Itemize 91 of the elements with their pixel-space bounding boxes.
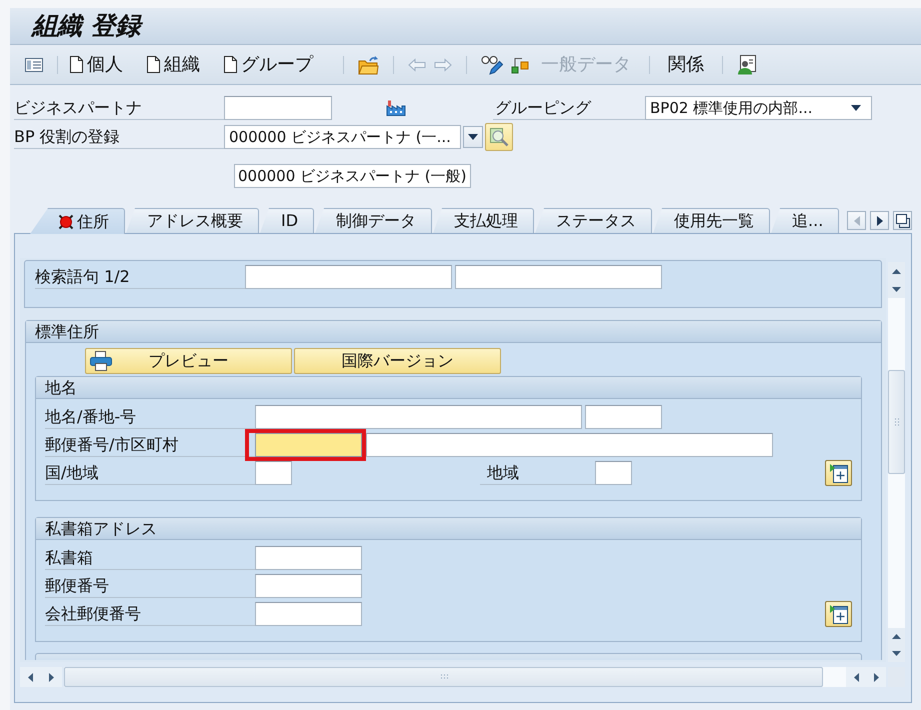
list-view-icon bbox=[25, 58, 43, 72]
partner-card-button[interactable] bbox=[737, 54, 757, 74]
scrollbar-thumb[interactable] bbox=[888, 370, 905, 474]
field-label: 検索語句 1/2 bbox=[35, 265, 245, 289]
input-field[interactable] bbox=[455, 265, 662, 289]
input-field[interactable] bbox=[255, 405, 582, 429]
input-field[interactable] bbox=[595, 461, 632, 485]
grip-icon bbox=[894, 418, 900, 426]
left-caret-icon bbox=[28, 672, 33, 682]
dropdown-button[interactable] bbox=[463, 126, 483, 148]
field-label: 郵便番号/市区町村 bbox=[45, 433, 255, 457]
document-icon bbox=[70, 56, 83, 73]
scroll-up-button[interactable] bbox=[888, 628, 905, 645]
tab[interactable]: 制御データ bbox=[315, 208, 432, 233]
scroll-right-button[interactable] bbox=[866, 667, 886, 687]
tab-list-icon bbox=[896, 214, 910, 228]
detail-button[interactable] bbox=[825, 601, 852, 627]
grip-icon bbox=[440, 674, 448, 680]
open-button[interactable] bbox=[358, 54, 379, 74]
scroll-down-button[interactable] bbox=[888, 280, 905, 298]
input-field[interactable] bbox=[255, 461, 292, 485]
group-title: 標準住所 bbox=[26, 321, 881, 343]
folder-icon bbox=[358, 54, 379, 74]
tab-scroll-right-button[interactable] bbox=[870, 211, 889, 230]
input-field[interactable] bbox=[255, 602, 362, 626]
document-icon bbox=[224, 56, 237, 73]
input-field[interactable] bbox=[255, 433, 362, 457]
right-caret-icon bbox=[49, 672, 54, 682]
group-title: 私書箱アドレス bbox=[36, 518, 861, 540]
right-caret-icon bbox=[874, 672, 878, 682]
left-caret-icon bbox=[854, 216, 860, 226]
scroll-up-button[interactable] bbox=[888, 262, 905, 280]
tab[interactable]: アドレス概要 bbox=[126, 208, 259, 233]
tab[interactable]: ID bbox=[260, 208, 314, 233]
printer-icon bbox=[90, 351, 112, 371]
role-dropdown[interactable]: 000000 ビジネスパートナ (一... bbox=[224, 125, 461, 149]
input-field[interactable] bbox=[366, 433, 773, 457]
document-icon bbox=[147, 56, 160, 73]
input-field[interactable] bbox=[585, 405, 662, 429]
input-field[interactable] bbox=[255, 574, 362, 598]
scroll-left-button[interactable] bbox=[846, 667, 866, 687]
display-change-button[interactable] bbox=[481, 54, 503, 74]
detail-button[interactable] bbox=[825, 460, 852, 486]
field-label: ビジネスパートナ bbox=[14, 96, 224, 120]
tab[interactable]: 住所 bbox=[30, 208, 125, 234]
right-caret-icon bbox=[876, 216, 882, 226]
tab-list-button[interactable] bbox=[893, 211, 912, 230]
field-label: 国/地域 bbox=[45, 461, 255, 485]
field-label: 郵便番号 bbox=[45, 574, 255, 598]
glasses-pencil-icon bbox=[481, 54, 503, 74]
scroll-down-button[interactable] bbox=[888, 645, 905, 662]
right-arrow-icon bbox=[434, 58, 452, 72]
tab[interactable]: ステータス bbox=[535, 208, 652, 233]
down-arrow-icon bbox=[892, 286, 901, 292]
person-card-icon bbox=[737, 54, 757, 74]
action-button[interactable]: プレビュー bbox=[85, 348, 292, 374]
input-field[interactable] bbox=[255, 546, 362, 570]
up-arrow-icon bbox=[892, 634, 901, 639]
magnifier-icon bbox=[489, 127, 509, 147]
factory-icon bbox=[386, 100, 406, 116]
create-button[interactable]: 組織 bbox=[145, 54, 202, 76]
field-label: 地名/番地-号 bbox=[45, 405, 255, 429]
up-arrow-icon bbox=[892, 268, 901, 274]
hierarchy-icon bbox=[511, 56, 529, 74]
create-button[interactable]: 個人 bbox=[68, 54, 125, 76]
window-plus-icon bbox=[828, 604, 848, 624]
view-button[interactable]: 関係 bbox=[666, 54, 706, 76]
scroll-left-button[interactable] bbox=[20, 667, 41, 687]
down-arrow-icon bbox=[892, 651, 901, 656]
tab[interactable]: 支払処理 bbox=[433, 208, 534, 233]
role-display-field: 000000 ビジネスパートナ (一般) bbox=[234, 164, 471, 188]
grouping-dropdown[interactable]: BP02 標準使用の内部... bbox=[645, 96, 872, 120]
action-button[interactable]: 国際バージョン bbox=[294, 348, 501, 374]
scroll-right-button[interactable] bbox=[41, 667, 62, 687]
input-field[interactable] bbox=[224, 96, 332, 120]
left-caret-icon bbox=[854, 672, 858, 682]
field-label: 私書箱 bbox=[45, 546, 255, 570]
tab[interactable]: 追... bbox=[771, 208, 840, 233]
input-field[interactable] bbox=[245, 265, 452, 289]
hierarchy-button[interactable] bbox=[511, 56, 529, 74]
field-label: 会社郵便番号 bbox=[45, 602, 255, 626]
window-title: 組織 登録 bbox=[32, 11, 141, 41]
layout-button[interactable] bbox=[25, 58, 43, 72]
caret-icon bbox=[468, 134, 478, 140]
caret-icon bbox=[851, 105, 861, 111]
create-button[interactable]: グループ bbox=[222, 54, 315, 76]
window-plus-icon bbox=[828, 463, 848, 483]
field-label: BP 役割の登録 bbox=[14, 125, 224, 149]
tab[interactable]: 使用先一覧 bbox=[653, 208, 770, 233]
group-title: 地名 bbox=[36, 377, 861, 399]
left-arrow-icon bbox=[408, 58, 426, 72]
